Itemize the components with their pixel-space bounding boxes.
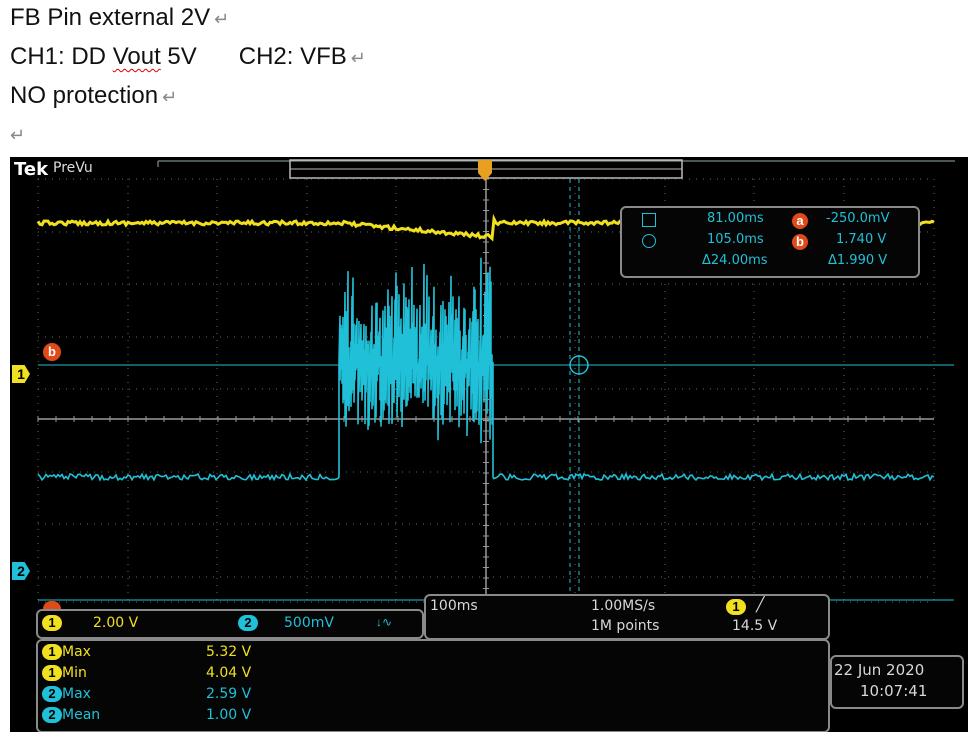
cursor-a-badge-label: a: [792, 213, 808, 229]
ch1-scale-value[interactable]: 2.00 V: [93, 615, 138, 631]
vertical-scale-panel[interactable]: 1 2.00 V 2 500mV ↓∿: [36, 609, 424, 639]
cursor-b-voltage: 1.740 V: [836, 232, 887, 247]
vout-word: Vout: [112, 43, 161, 70]
trigger-source-label: 1: [726, 599, 746, 615]
measurement-value: 2.59 V: [206, 686, 252, 702]
date-display: 22 Jun 2020: [834, 661, 925, 679]
record-length: 1M points: [591, 618, 660, 634]
cursor-a-level-marker[interactable]: [43, 601, 61, 609]
measurement-value: 1.00 V: [206, 707, 252, 723]
ch2-badge-label: 2: [238, 615, 258, 631]
ch2-scale-badge: 2: [238, 614, 258, 632]
ch1-badge-label: 1: [42, 615, 62, 631]
doc-line-title: FB Pin external 2V ↵: [10, 4, 229, 32]
doc-line-empty: ↵: [10, 120, 25, 148]
measurement-name: Max: [62, 686, 91, 702]
cursor-readout-panel: 81.00ms 105.0ms Δ24.00ms a b -250.0mV 1.…: [620, 206, 920, 278]
cursor-b-marker-label: b: [48, 344, 56, 359]
cursor-b-time: 105.0ms: [707, 232, 764, 247]
cursor-a-voltage: -250.0mV: [826, 211, 890, 226]
doc-line-note: NO protection ↵: [10, 82, 177, 110]
horizontal-trigger-panel[interactable]: 100ms 1.00MS/s 1M points 1 ╱ 14.5 V: [424, 594, 830, 640]
cursor-delta-voltage: Δ1.990 V: [828, 253, 888, 268]
ch1-desc-text: CH1: DD: [10, 43, 113, 70]
datetime-panel: 22 Jun 2020 10:07:41: [830, 655, 964, 709]
trigger-source-badge: 1: [726, 598, 746, 616]
cursor-a-time: 81.00ms: [707, 211, 764, 226]
ch1-marker-label: 1: [17, 366, 25, 382]
measurement-row[interactable]: 1 Min 4.04 V: [42, 664, 372, 684]
oscilloscope-screen: Tek PreVu 1 2 b 81.00ms 105.0ms Δ24.00ms…: [10, 157, 968, 732]
ch1-scale-badge: 1: [42, 614, 62, 632]
return-mark-icon: ↵: [350, 48, 366, 68]
measurement-channel-badge: 2: [42, 686, 62, 702]
rising-edge-icon: ╱: [756, 596, 765, 612]
ch2-marker-label: 2: [17, 563, 25, 579]
ch1-desc-tail: 5V: [160, 43, 197, 70]
sample-rate: 1.00MS/s: [591, 598, 656, 614]
timebase-scale[interactable]: 100ms: [430, 598, 478, 614]
measurement-name: Mean: [62, 707, 101, 723]
cursor-b-badge-label: b: [792, 234, 808, 250]
protection-note-text: NO protection: [10, 82, 159, 109]
cursor-a-badge: a: [792, 212, 808, 230]
measurement-name: Min: [62, 665, 87, 681]
return-mark-icon: ↵: [10, 125, 26, 145]
doc-title-text: FB Pin external 2V: [10, 4, 211, 31]
measurement-value: 5.32 V: [206, 644, 252, 660]
measurement-channel-badge: 1: [42, 665, 62, 681]
measurement-name: Max: [62, 644, 91, 660]
measurement-channel-badge: 1: [42, 644, 62, 660]
measurement-row[interactable]: 1 Max 5.32 V: [42, 643, 372, 663]
tek-logo: Tek: [14, 159, 49, 180]
bandwidth-limit-icon: ↓∿: [376, 615, 393, 629]
trigger-level[interactable]: 14.5 V: [732, 618, 777, 634]
cursor-b-level-marker[interactable]: b: [43, 343, 61, 361]
return-mark-icon: ↵: [214, 9, 230, 29]
cursor-b-circle-icon: [642, 234, 656, 248]
ch2-desc-text: CH2: VFB: [238, 43, 347, 70]
cursor-delta-time: Δ24.00ms: [702, 253, 768, 268]
measurement-value: 4.04 V: [206, 665, 252, 681]
measurement-row[interactable]: 2 Mean 1.00 V: [42, 706, 372, 726]
cursor-a-square-icon: [642, 213, 656, 227]
return-mark-icon: ↵: [162, 87, 178, 107]
time-display: 10:07:41: [860, 682, 928, 700]
prevu-status: PreVu: [53, 160, 93, 176]
ch2-scale-value[interactable]: 500mV: [284, 615, 334, 631]
doc-line-channels: CH1: DD Vout 5V CH2: VFB ↵: [10, 43, 366, 71]
measurements-panel: 1 Max 5.32 V 1 Min 4.04 V 2 Max 2.59 V 2 Mean 1.00 …: [36, 639, 830, 732]
measurement-channel-badge: 2: [42, 707, 62, 723]
measurement-row[interactable]: 2 Max 2.59 V: [42, 685, 372, 705]
cursor-b-badge: b: [792, 233, 808, 251]
